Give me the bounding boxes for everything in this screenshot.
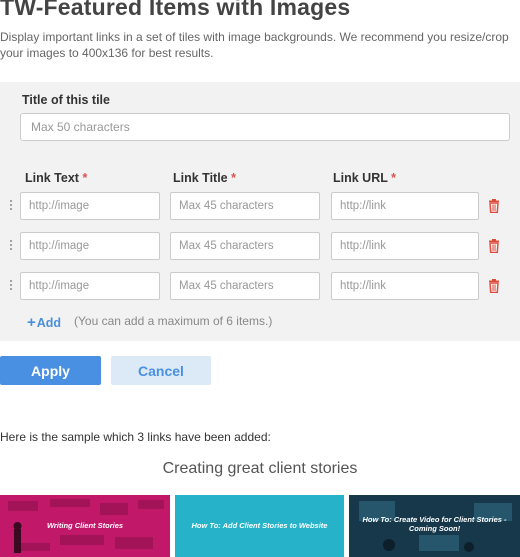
trash-icon[interactable] — [488, 239, 500, 253]
add-item-hint: (You can add a maximum of 6 items.) — [74, 314, 273, 328]
link-url-header-label: Link URL — [333, 171, 388, 185]
link-row — [0, 272, 520, 300]
link-title-header-label: Link Title — [173, 171, 228, 185]
page-description: Display important links in a set of tile… — [0, 30, 509, 60]
required-mark: * — [231, 171, 236, 185]
link-text-input[interactable] — [20, 192, 160, 220]
add-item-label: Add — [36, 316, 62, 330]
drag-handle-icon[interactable] — [8, 240, 13, 253]
link-url-input[interactable] — [331, 232, 479, 260]
link-text-header: Link Text * — [25, 171, 87, 185]
required-mark: * — [82, 171, 88, 185]
link-row — [0, 192, 520, 220]
sample-tile-add-client-stories[interactable]: How To: Add Client Stories to Website — [175, 495, 344, 557]
drag-handle-icon[interactable] — [8, 200, 13, 213]
link-url-header: Link URL * — [333, 171, 396, 185]
sample-intro: Here is the sample which 3 links have be… — [0, 430, 271, 444]
sample-heading: Creating great client stories — [162, 460, 358, 477]
tile-label: Writing Client Stories — [46, 521, 124, 530]
link-row — [0, 232, 520, 260]
link-text-header-label: Link Text — [25, 171, 79, 185]
sample-tile-create-video[interactable]: How To: Create Video for Client Stories … — [349, 495, 520, 557]
link-url-input[interactable] — [331, 272, 479, 300]
link-title-input[interactable] — [170, 272, 320, 300]
link-text-input[interactable] — [20, 232, 160, 260]
trash-icon[interactable] — [488, 199, 500, 213]
tile-title-input[interactable] — [20, 113, 510, 141]
link-title-input[interactable] — [170, 192, 320, 220]
drag-handle-icon[interactable] — [8, 280, 13, 293]
tile-title-label: Title of this tile — [22, 93, 110, 107]
link-text-input[interactable] — [20, 272, 160, 300]
tile-form-panel: Title of this tile Link Text * Link Titl… — [0, 82, 520, 341]
link-title-input[interactable] — [170, 232, 320, 260]
add-item-button[interactable]: +Add — [27, 314, 61, 331]
cancel-button[interactable]: Cancel — [111, 356, 211, 385]
tile-label: How To: Add Client Stories to Website — [191, 521, 328, 530]
link-url-input[interactable] — [331, 192, 479, 220]
link-title-header: Link Title * — [173, 171, 236, 185]
plus-icon: + — [27, 314, 36, 331]
apply-button[interactable]: Apply — [0, 356, 101, 385]
tile-label: How To: Create Video for Client Stories … — [362, 515, 507, 533]
required-mark: * — [391, 171, 396, 185]
sample-tile-writing-client-stories[interactable]: Writing Client Stories — [0, 495, 170, 557]
page-title: TW-Featured Items with Images — [0, 0, 351, 20]
trash-icon[interactable] — [488, 279, 500, 293]
